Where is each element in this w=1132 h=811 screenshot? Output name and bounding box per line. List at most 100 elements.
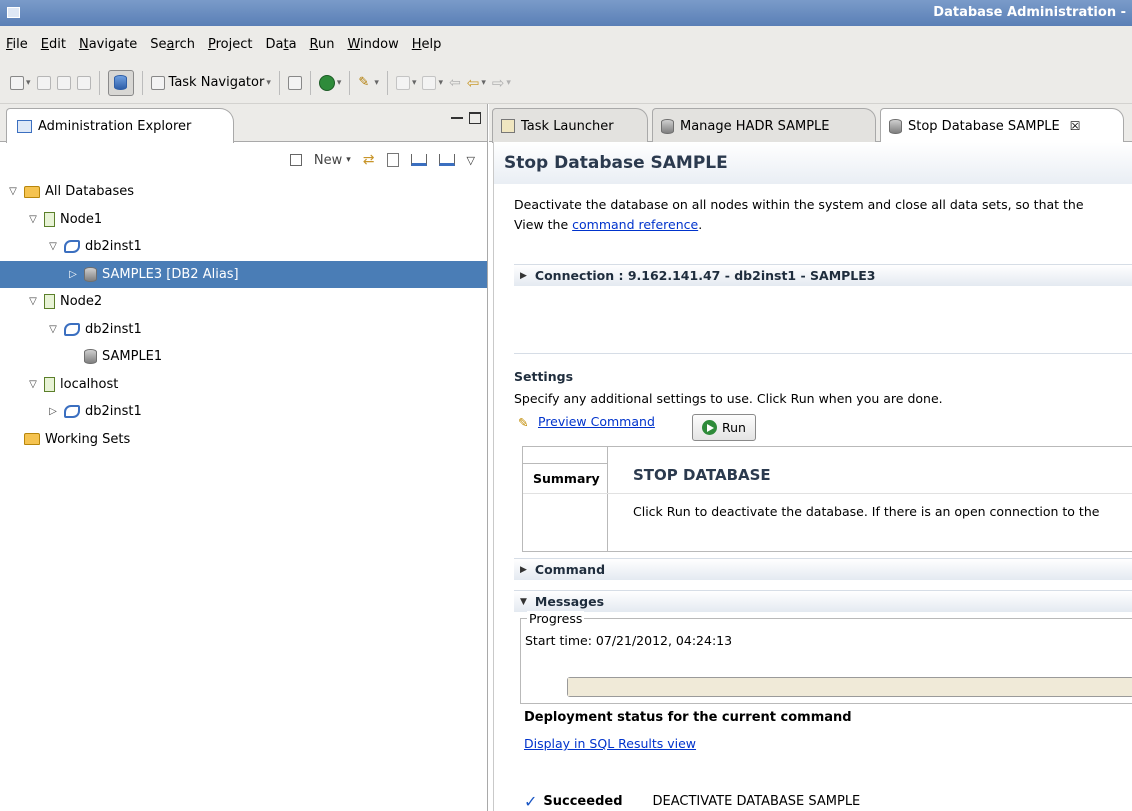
- menu-label-part: Da: [265, 36, 284, 52]
- menu-project[interactable]: Project: [208, 37, 253, 52]
- toolbar-separator: [278, 70, 280, 95]
- tree-item[interactable]: ▽ Node1: [0, 206, 487, 234]
- menu-search[interactable]: Search: [150, 37, 195, 52]
- deployment-status-row: ✓ Succeeded DEACTIVATE DATABASE SAMPLE: [524, 792, 860, 811]
- minimize-icon[interactable]: [451, 112, 463, 119]
- view-suffix: .: [698, 217, 703, 232]
- expanded-twisty-icon[interactable]: ▽: [46, 241, 60, 252]
- menu-mnemonic: H: [411, 36, 422, 52]
- tree-item[interactable]: SAMPLE1: [0, 343, 487, 371]
- new-menu-label: New: [313, 152, 343, 168]
- main-toolbar: ▾ Task Navigator ▾ ▾ ✎ ▾ ▾ ▾ ⇦ ⇦ ▾ ⇨ ▾: [0, 62, 1132, 104]
- back-button[interactable]: ⇦ ▾: [467, 70, 486, 96]
- sql-script-button[interactable]: [287, 70, 302, 96]
- menu-label-part: un: [317, 36, 335, 52]
- display-sql-results-link[interactable]: Display in SQL Results view: [524, 736, 696, 751]
- run-menu-button[interactable]: ▾: [318, 70, 341, 96]
- run-label: Run: [722, 420, 746, 435]
- maximize-icon[interactable]: [469, 112, 481, 124]
- messages-section[interactable]: ▼ Messages: [514, 590, 1132, 612]
- forward-button[interactable]: ⇨ ▾: [492, 70, 511, 96]
- new-wizard-button[interactable]: ▾: [10, 70, 31, 96]
- menu-mnemonic: P: [207, 36, 216, 52]
- expanded-twisty-icon[interactable]: ▽: [26, 214, 40, 225]
- tree-item[interactable]: ▽ db2inst1: [0, 233, 487, 261]
- menu-navigate[interactable]: Navigate: [79, 37, 137, 52]
- properties-icon[interactable]: [386, 153, 399, 167]
- next-annotation-button[interactable]: ▾: [395, 70, 416, 96]
- database-icon: [889, 118, 902, 134]
- command-reference-line: View the command reference.: [514, 215, 1084, 235]
- connection-section[interactable]: ▶ Connection : 9.162.141.47 - db2inst1 -…: [514, 264, 1132, 286]
- tree-item[interactable]: Working Sets: [0, 426, 487, 454]
- tools-menu-button[interactable]: ✎ ▾: [358, 70, 379, 96]
- tab-manage-hadr-sample[interactable]: Manage HADR SAMPLE: [652, 108, 876, 143]
- tree-item-label: localhost: [60, 376, 119, 392]
- link-with-editor-icon[interactable]: ⇄: [363, 152, 375, 168]
- save-button[interactable]: [36, 70, 51, 96]
- expanded-twisty-icon[interactable]: ▽: [46, 324, 60, 335]
- folder-icon: [24, 433, 40, 446]
- tree-item[interactable]: ▷ SAMPLE3 [DB2 Alias]: [0, 260, 487, 288]
- menu-run[interactable]: Run: [310, 37, 335, 52]
- preview-command-label: Preview Command: [538, 414, 655, 429]
- command-reference-link[interactable]: command reference: [572, 217, 698, 232]
- messages-section-label: Messages: [534, 594, 605, 609]
- progress-legend: Progress: [527, 611, 585, 626]
- tree-item[interactable]: ▽ localhost: [0, 371, 487, 399]
- collapsed-twisty-icon[interactable]: ▷: [46, 406, 60, 417]
- clipboard-icon: [150, 75, 165, 90]
- tree-item[interactable]: ▽ All Databases: [0, 178, 487, 206]
- menu-edit[interactable]: Edit: [41, 37, 66, 52]
- progress-fill: [568, 678, 1132, 696]
- print-icon: [76, 75, 91, 90]
- administration-explorer-icon: [17, 119, 32, 133]
- run-button[interactable]: Run: [692, 414, 756, 441]
- last-edit-button[interactable]: ⇦: [449, 70, 461, 96]
- toolbar-separator: [349, 70, 351, 95]
- new-menu-button[interactable]: New ▾: [314, 153, 351, 168]
- page-title: Stop Database SAMPLE: [494, 142, 1132, 184]
- expanded-twisty-icon[interactable]: ▽: [6, 186, 20, 197]
- menu-help[interactable]: Help: [412, 37, 442, 52]
- tab-task-launcher[interactable]: Task Launcher: [492, 108, 648, 143]
- import-icon[interactable]: [410, 154, 427, 166]
- print-button[interactable]: [76, 70, 91, 96]
- collapsed-twisty-icon[interactable]: ▷: [66, 269, 80, 280]
- expand-icon: ▶: [520, 564, 527, 575]
- menu-label-part: roject: [215, 36, 253, 52]
- task-description: Deactivate the database on all nodes wit…: [514, 195, 1084, 235]
- settings-description: Specify any additional settings to use. …: [514, 391, 943, 406]
- last-edit-icon: ⇦: [449, 74, 461, 91]
- back-arrow-icon: ⇦: [466, 73, 480, 92]
- close-tab-icon[interactable]: ☒: [1070, 119, 1081, 133]
- summary-label: Summary: [533, 471, 600, 486]
- menu-label-part: ile: [12, 36, 28, 52]
- preview-command-link[interactable]: ✎ Preview Command: [518, 414, 655, 430]
- tree-item-label: db2inst1: [85, 239, 142, 255]
- tab-administration-explorer[interactable]: Administration Explorer: [6, 108, 234, 143]
- expanded-twisty-icon[interactable]: ▽: [26, 379, 40, 390]
- tab-stop-database-sample[interactable]: Stop Database SAMPLE ☒: [880, 108, 1124, 143]
- export-icon[interactable]: [438, 154, 455, 166]
- task-navigator-button[interactable]: Task Navigator ▾: [150, 70, 271, 96]
- menu-file[interactable]: File: [6, 37, 28, 52]
- tree-item-label: SAMPLE3 [DB2 Alias]: [102, 266, 239, 282]
- tree-item[interactable]: ▽ Node2: [0, 288, 487, 316]
- view-menu-icon[interactable]: ▽: [467, 154, 475, 167]
- command-section[interactable]: ▶ Command: [514, 558, 1132, 580]
- explorer-tab-bar: Administration Explorer: [0, 104, 487, 143]
- view-prefix: View the: [514, 217, 573, 232]
- expanded-twisty-icon[interactable]: ▽: [26, 296, 40, 307]
- connect-toggle-button[interactable]: [107, 69, 134, 96]
- collapse-all-icon[interactable]: [289, 154, 302, 166]
- save-all-button[interactable]: [56, 70, 71, 96]
- previous-annotation-button[interactable]: ▾: [422, 70, 443, 96]
- menu-window[interactable]: Window: [347, 37, 398, 52]
- menu-data[interactable]: Data: [265, 37, 296, 52]
- tree-item[interactable]: ▽ db2inst1: [0, 316, 487, 344]
- tree-item[interactable]: ▷ db2inst1: [0, 398, 487, 426]
- window-menu-icon[interactable]: [7, 7, 20, 18]
- deployment-status-title: Deployment status for the current comman…: [524, 710, 852, 725]
- summary-divider: [523, 463, 607, 464]
